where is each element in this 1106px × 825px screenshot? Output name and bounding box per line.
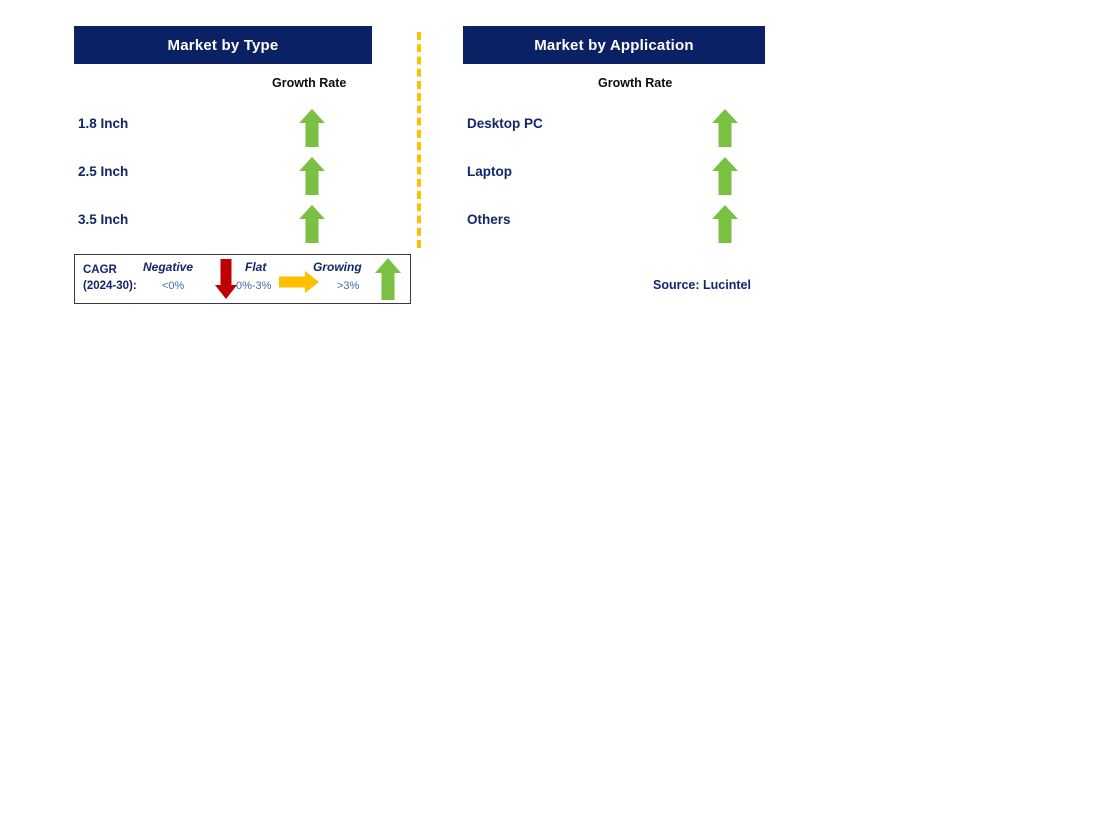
legend-cagr-line1: CAGR bbox=[83, 264, 117, 276]
up-arrow-icon bbox=[292, 152, 332, 200]
row-label: 2.5 Inch bbox=[78, 164, 129, 179]
up-arrow-icon bbox=[705, 200, 745, 248]
table-row: Laptop bbox=[463, 152, 803, 200]
up-arrow-icon bbox=[292, 200, 332, 248]
table-row: 2.5 Inch bbox=[74, 152, 414, 200]
legend-cagr-label: CAGR (2024-30): bbox=[83, 262, 137, 294]
right-arrow-icon bbox=[279, 271, 319, 298]
row-label: Laptop bbox=[467, 164, 512, 179]
down-arrow-icon bbox=[215, 259, 237, 304]
row-label: 3.5 Inch bbox=[78, 212, 129, 227]
up-arrow-icon bbox=[375, 258, 401, 305]
growth-rate-column-header: Growth Rate bbox=[272, 76, 347, 90]
market-by-type-row-list: 1.8 Inch 2.5 Inch 3.5 Inch bbox=[74, 104, 414, 248]
up-arrow-icon bbox=[292, 104, 332, 152]
legend-item-value: 0%-3% bbox=[236, 280, 272, 292]
growth-rate-column-header: Growth Rate bbox=[598, 76, 673, 90]
legend-item-title: Negative bbox=[143, 260, 194, 274]
row-label: Desktop PC bbox=[467, 116, 543, 131]
legend-item-title: Growing bbox=[313, 260, 362, 274]
cagr-legend: CAGR (2024-30): Negative <0% Flat 0%-3% … bbox=[74, 254, 411, 304]
legend-item-value: >3% bbox=[337, 280, 360, 292]
panel-title-market-by-type: Market by Type bbox=[74, 26, 372, 64]
market-by-application-row-list: Desktop PC Laptop Others bbox=[463, 104, 803, 248]
legend-cagr-line2: (2024-30): bbox=[83, 280, 137, 292]
vertical-dashed-divider bbox=[417, 32, 421, 248]
panel-title-market-by-application: Market by Application bbox=[463, 26, 765, 64]
source-attribution: Source: Lucintel bbox=[653, 278, 751, 292]
row-label: Others bbox=[467, 212, 511, 227]
up-arrow-icon bbox=[705, 104, 745, 152]
table-row: Desktop PC bbox=[463, 104, 803, 152]
table-row: 3.5 Inch bbox=[74, 200, 414, 248]
up-arrow-icon bbox=[705, 152, 745, 200]
table-row: 1.8 Inch bbox=[74, 104, 414, 152]
market-by-application-panel: Market by Application Growth Rate Deskto… bbox=[463, 0, 803, 320]
legend-item-title: Flat bbox=[245, 260, 267, 274]
table-row: Others bbox=[463, 200, 803, 248]
row-label: 1.8 Inch bbox=[78, 116, 129, 131]
legend-item-value: <0% bbox=[162, 280, 185, 292]
